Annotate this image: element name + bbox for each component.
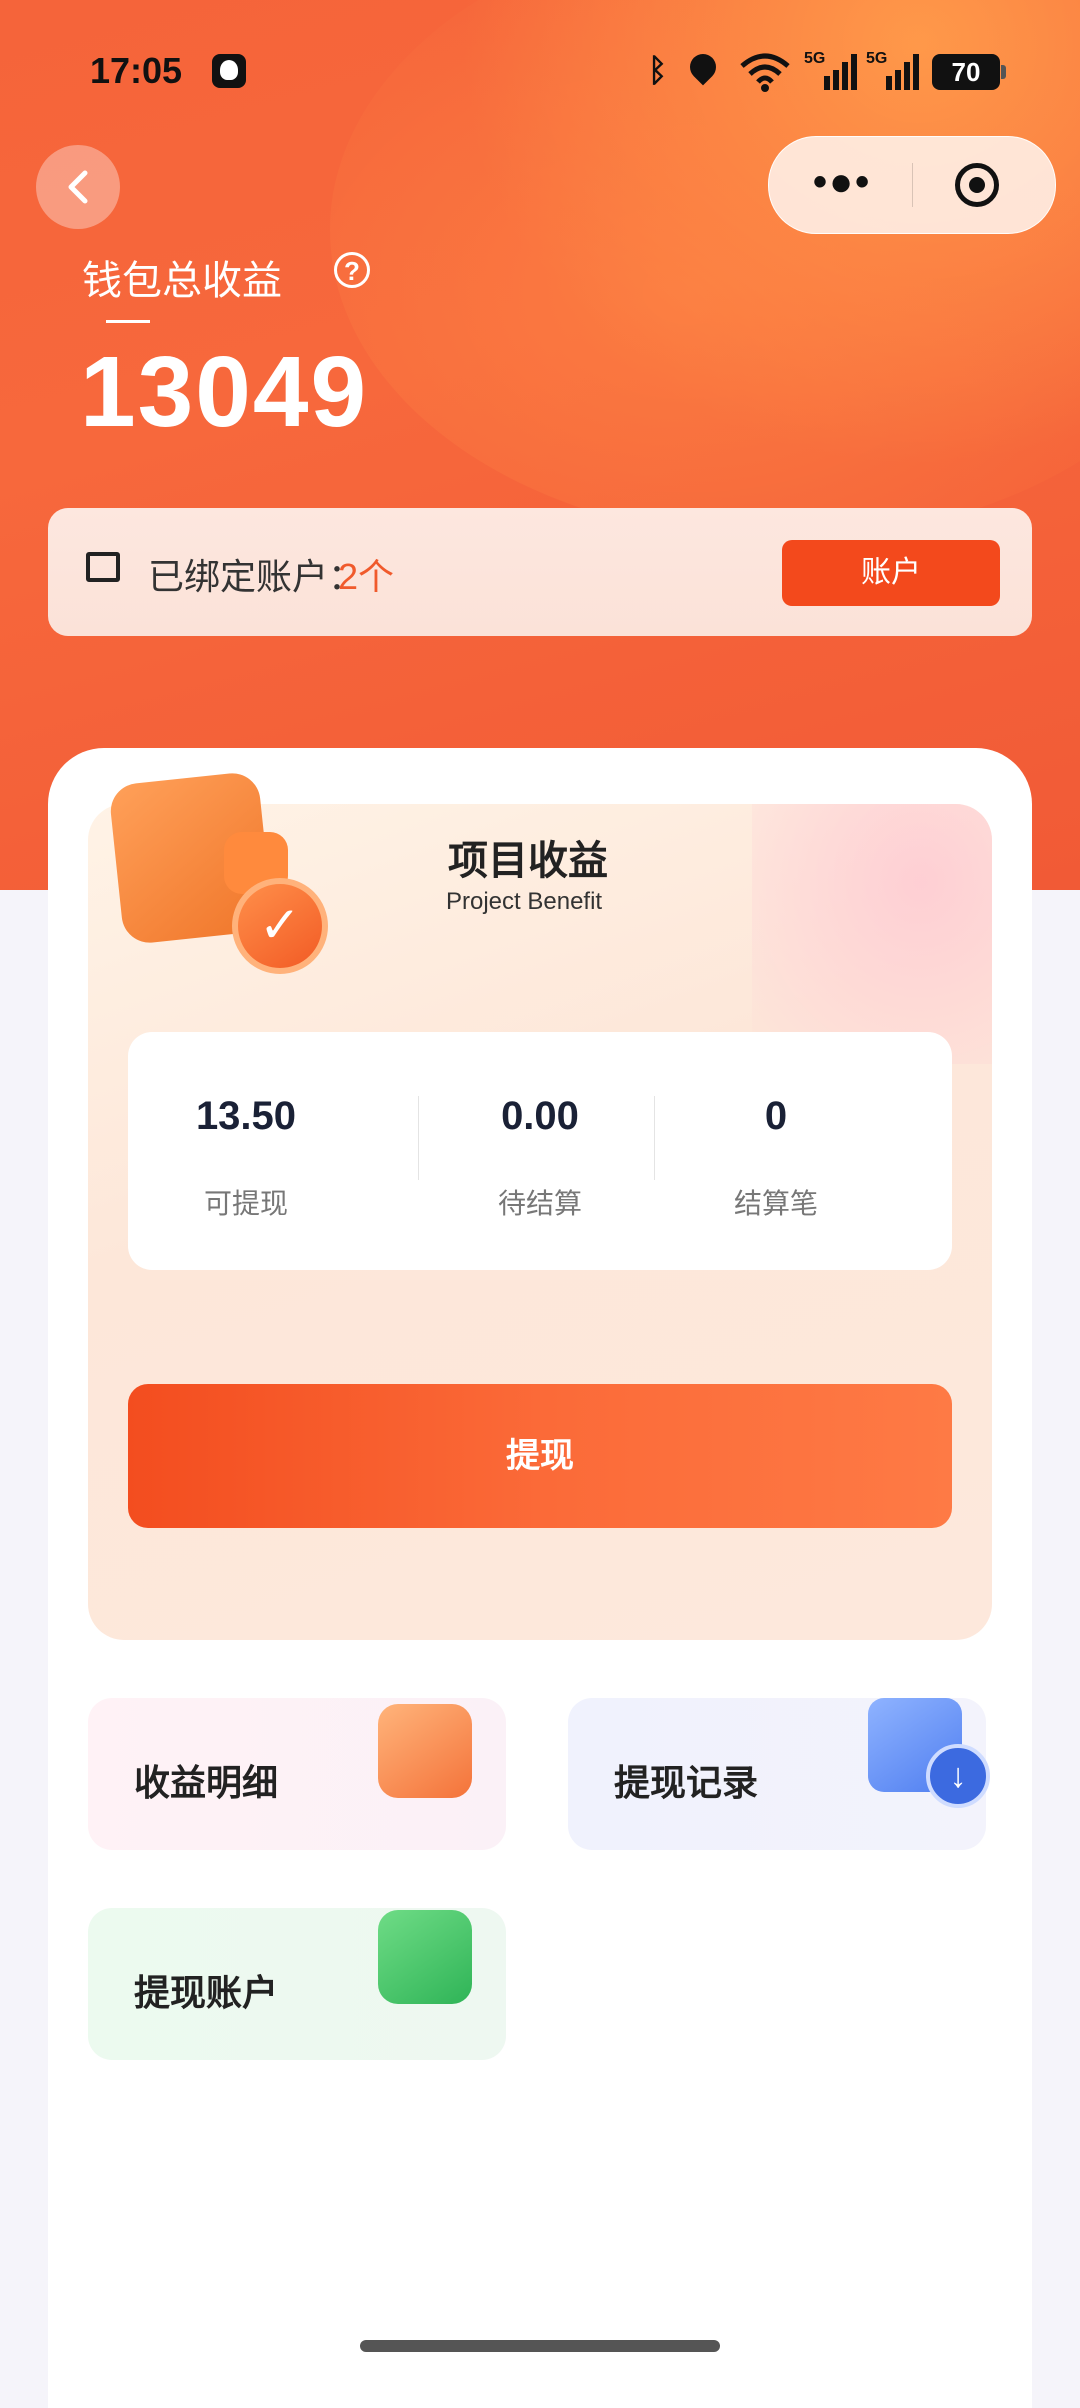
location-icon — [684, 48, 722, 86]
bluetooth-icon: ᛒ — [648, 52, 668, 88]
green-wallet-icon — [378, 1910, 472, 2004]
more-dots-icon[interactable]: •●• — [813, 162, 871, 202]
home-indicator[interactable] — [360, 2340, 720, 2352]
main-card: 13.50 可提现 0.00 待结算 0 结算笔 提现 ✓ 项目收益 Proje… — [48, 748, 1032, 2408]
tile-label: 提现账户 — [134, 1972, 279, 2013]
withdraw-records-tile[interactable]: 提现记录 — [568, 1698, 990, 1850]
panel-decoration — [752, 804, 992, 1064]
status-time: 17:05 — [90, 50, 183, 91]
cellular-signal-icon: 5G — [866, 50, 919, 90]
stat-divider — [654, 1096, 655, 1180]
withdraw-account-tile[interactable]: 提现账户 — [88, 1908, 506, 2060]
divider — [106, 320, 150, 323]
help-icon[interactable]: ? — [334, 252, 370, 288]
wallet-check-icon: ✓ — [108, 770, 328, 974]
download-list-icon — [868, 1698, 990, 1808]
chevron-left-icon — [68, 170, 88, 204]
bound-accounts-label: 已绑定账户： — [148, 556, 365, 597]
earnings-stats: 13.50 可提现 0.00 待结算 0 结算笔 — [128, 1032, 952, 1270]
status-bar: 17:05 ᛒ 5G 5G 70 — [0, 0, 1080, 140]
stat-label: 结算笔 — [733, 1188, 818, 1219]
stat-withdrawable: 13.50 可提现 — [128, 1032, 364, 1270]
project-title: 项目收益 — [448, 839, 608, 883]
manage-accounts-button[interactable]: 账户 — [782, 540, 1000, 606]
total-earnings-value: 13049 — [80, 336, 369, 448]
stat-value: 13.50 — [195, 1094, 297, 1138]
stat-label: 可提现 — [203, 1188, 288, 1219]
wallet-icon — [86, 552, 120, 582]
tile-label: 提现记录 — [614, 1762, 759, 1803]
cellular-signal-icon: 5G — [804, 50, 857, 90]
project-subtitle: Project Benefit — [446, 888, 603, 915]
qq-icon — [212, 54, 246, 88]
tile-label: 收益明细 — [134, 1762, 279, 1803]
target-circle-icon[interactable] — [955, 163, 999, 207]
bound-accounts-bar: 已绑定账户： 2个 账户 — [48, 508, 1032, 636]
capsule-divider — [912, 163, 913, 207]
back-button[interactable] — [36, 145, 120, 229]
bound-accounts-count: 2个 — [338, 556, 395, 597]
document-coin-icon — [378, 1704, 472, 1798]
withdraw-button[interactable]: 提现 — [128, 1384, 952, 1528]
stat-label: 待结算 — [497, 1188, 582, 1219]
earnings-detail-tile[interactable]: 收益明细 — [88, 1698, 506, 1850]
stat-value: 0 — [764, 1094, 788, 1138]
wifi-icon — [740, 53, 790, 92]
battery-icon: 70 — [932, 54, 1006, 90]
total-earnings-label: 钱包总收益 — [82, 259, 282, 303]
stat-divider — [418, 1096, 419, 1180]
mini-program-capsule: •●• — [768, 136, 1056, 234]
stat-pending: 0.00 待结算 — [422, 1032, 658, 1270]
stat-value: 0.00 — [501, 1094, 579, 1138]
stat-settled: 0 结算笔 — [658, 1032, 894, 1270]
